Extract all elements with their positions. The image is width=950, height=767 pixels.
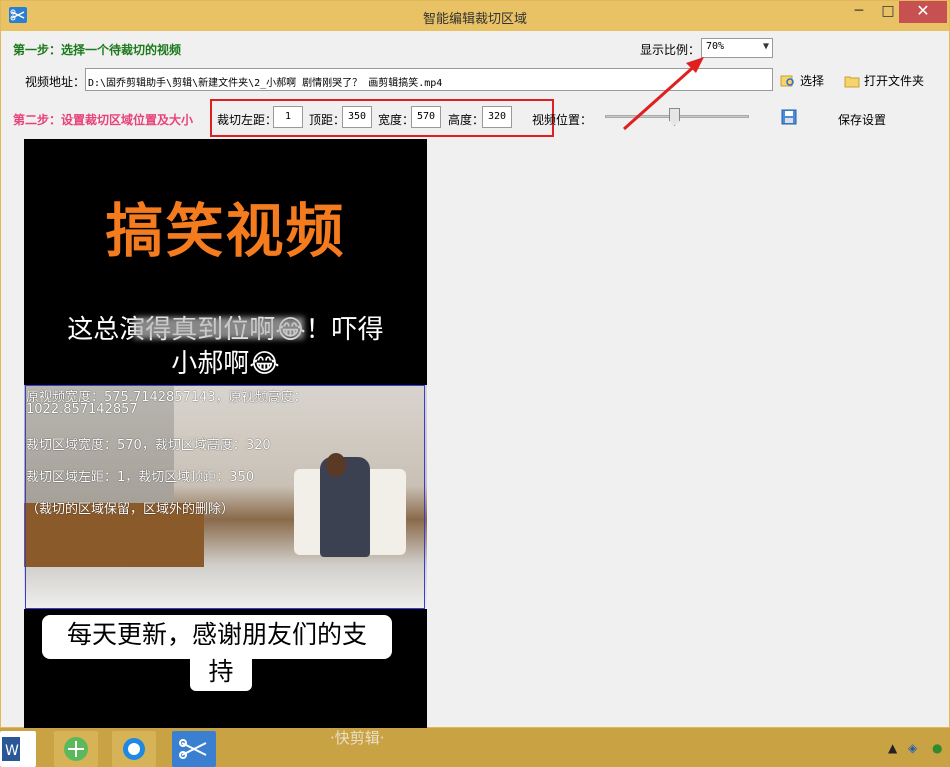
- shield-icon[interactable]: ◈: [908, 741, 917, 755]
- info-crop-offset: 裁切区域左距：1，裁切区域顶距：350: [26, 470, 255, 485]
- video-watermark: ·快剪辑·: [330, 729, 385, 747]
- video-position-label: 视频位置：: [532, 113, 593, 127]
- wechat-icon[interactable]: ●: [932, 741, 942, 755]
- crop-width-label: 宽度：: [378, 113, 415, 127]
- crop-left-label: 裁切左距：: [217, 113, 278, 127]
- window-title: 智能编辑裁切区域: [422, 12, 527, 27]
- save-icon[interactable]: [781, 109, 797, 125]
- folder-icon: [844, 76, 860, 87]
- crop-left-input[interactable]: 1: [273, 106, 303, 128]
- svg-text:W: W: [5, 743, 19, 759]
- address-label: 视频地址：: [25, 75, 86, 89]
- crop-region-rect[interactable]: [25, 385, 425, 609]
- select-file-button[interactable]: 选择: [780, 72, 824, 89]
- info-orig-height: 1022.857142857: [26, 402, 138, 417]
- step2-label: 第二步：设置裁切区域位置及大小: [13, 113, 194, 127]
- close-button[interactable]: ✕: [899, 1, 947, 23]
- ratio-value: 70%: [706, 41, 725, 52]
- video-title-text: 搞笑视频: [105, 197, 346, 265]
- video-caption-line2: 小郝啊😂: [171, 349, 280, 379]
- title-bar[interactable]: 智能编辑裁切区域 ─ □ ✕: [1, 1, 949, 31]
- save-settings-button[interactable]: 保存设置: [838, 111, 886, 128]
- browser-taskbar-icon[interactable]: [54, 731, 98, 767]
- word-taskbar-icon[interactable]: W: [0, 731, 36, 767]
- search-file-icon: [780, 75, 794, 86]
- open-folder-button[interactable]: 打开文件夹: [844, 72, 924, 89]
- open-folder-label: 打开文件夹: [864, 74, 925, 88]
- annotation-arrow: [623, 57, 704, 131]
- scissors-app-taskbar-icon[interactable]: [172, 731, 216, 767]
- blur-mosaic: [134, 317, 304, 339]
- crop-width-input[interactable]: 570: [411, 106, 441, 128]
- step1-label: 第一步：选择一个待裁切的视频: [13, 43, 182, 57]
- tray-arrow-icon[interactable]: ▲: [888, 741, 897, 755]
- crop-height-input[interactable]: 320: [482, 106, 512, 128]
- ratio-select[interactable]: 70% ▼: [701, 38, 773, 58]
- minimize-button[interactable]: ─: [844, 1, 874, 23]
- chevron-down-icon: ▼: [762, 41, 769, 52]
- info-crop-note: （裁切的区域保留，区域外的删除）: [26, 502, 235, 517]
- crop-top-label: 顶距：: [309, 113, 346, 127]
- crop-top-input[interactable]: 350: [342, 106, 372, 128]
- info-crop-size: 裁切区域宽度：570，裁切区域高度：320: [26, 438, 271, 453]
- video-bottom-text-2: 持: [190, 653, 252, 691]
- crop-height-label: 高度：: [448, 113, 485, 127]
- search-taskbar-icon[interactable]: [112, 731, 156, 767]
- select-file-label: 选择: [800, 74, 825, 88]
